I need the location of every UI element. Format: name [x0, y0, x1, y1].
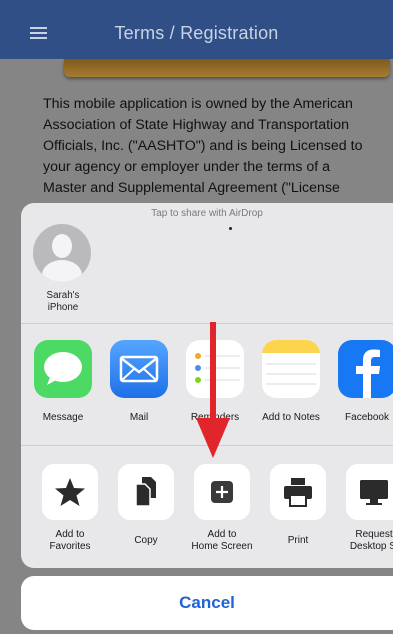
share-sheet: Tap to share with AirDrop Sarah's iPhone… [21, 203, 393, 568]
header-banner-image [64, 59, 390, 77]
airdrop-indicator-dot [229, 227, 232, 230]
facebook-icon [338, 340, 393, 398]
copy-icon [118, 464, 174, 520]
share-app-facebook[interactable]: Facebook [333, 340, 393, 423]
terms-paragraph: This mobile application is owned by the … [43, 96, 363, 196]
desktop-monitor-icon [346, 464, 393, 520]
action-add-to-favorites[interactable]: Add to Favorites [32, 464, 108, 553]
annotation-arrow-icon [196, 418, 230, 463]
share-app-message[interactable]: Message [29, 340, 97, 423]
action-print[interactable]: Print [260, 464, 336, 547]
share-app-mail[interactable]: Mail [105, 340, 173, 423]
divider [21, 323, 393, 324]
contact-name: Sarah's iPhone [46, 290, 80, 313]
star-icon [42, 464, 98, 520]
page-title: Terms / Registration [114, 23, 279, 43]
mail-icon [110, 340, 168, 398]
airdrop-contact[interactable]: Sarah's iPhone [33, 224, 93, 314]
action-request-desktop-site[interactable]: Request Desktop Si [336, 464, 393, 553]
airdrop-title: Tap to share with AirDrop [151, 208, 263, 219]
printer-icon [270, 464, 326, 520]
action-copy[interactable]: Copy [108, 464, 184, 547]
share-app-add-to-notes[interactable]: Add to Notes [257, 340, 325, 423]
add-square-icon [194, 464, 250, 520]
action-add-to-home-screen[interactable]: Add to Home Screen [184, 464, 260, 553]
message-icon [34, 340, 92, 398]
cancel-button[interactable]: Cancel [21, 576, 393, 630]
notes-icon [262, 340, 320, 398]
annotation-arrow-shaft [210, 322, 216, 426]
nav-bar: Terms / Registration [0, 0, 393, 59]
avatar [33, 224, 91, 282]
